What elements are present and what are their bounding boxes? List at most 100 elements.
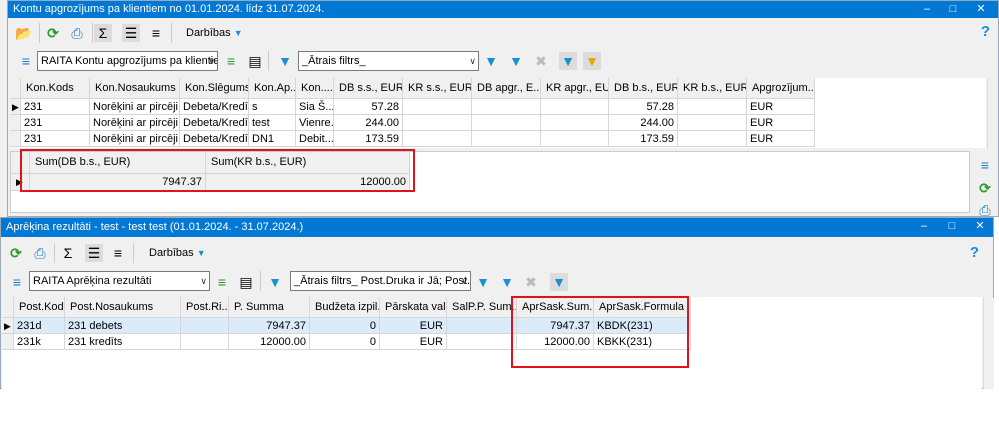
sum-icon[interactable]: Σ <box>59 244 77 262</box>
report-list-icon[interactable]: ≡ <box>976 156 994 174</box>
table-cell[interactable] <box>447 318 517 334</box>
table-cell[interactable] <box>678 131 747 147</box>
sort-filter-icon[interactable]: ▼ <box>507 52 525 70</box>
minimize-button[interactable]: – <box>914 1 940 18</box>
add-filter-icon[interactable]: ▼ <box>474 273 492 291</box>
grid-view-icon[interactable]: ☰ <box>122 24 140 42</box>
column-header[interactable]: Kon.... <box>296 78 334 99</box>
close-button[interactable]: ✕ <box>967 218 993 237</box>
edit-filter-icon[interactable]: ▼ <box>266 273 284 291</box>
add-filter-icon[interactable]: ▼ <box>482 52 500 70</box>
report-settings-icon[interactable]: ▤ <box>246 52 264 70</box>
vertical-scrollbar[interactable] <box>987 79 998 149</box>
maximize-button[interactable]: □ <box>939 218 965 237</box>
table-cell[interactable]: Norēķini ar pircēji... <box>90 131 180 147</box>
table-cell[interactable] <box>472 115 541 131</box>
grid-view-icon[interactable]: ☰ <box>85 244 103 262</box>
tree-view-icon[interactable]: ≡ <box>109 244 127 262</box>
column-header[interactable]: Kon.Kods <box>21 78 90 99</box>
quick-filter-select[interactable]: _Ātrais filtrs_ ∨ <box>298 51 479 71</box>
table-cell[interactable]: EUR <box>747 131 815 147</box>
table-cell[interactable]: 231 debets <box>65 318 181 334</box>
user-filter-icon[interactable]: ▼ <box>550 273 568 291</box>
table-cell[interactable]: 244.00 <box>334 115 403 131</box>
table-cell[interactable] <box>541 115 609 131</box>
clear-filter-icon[interactable]: ✖ <box>532 52 550 70</box>
table-cell[interactable]: 231d <box>14 318 65 334</box>
actions-menu[interactable]: Darbības ▼ <box>149 247 206 259</box>
column-header[interactable]: Kon.Nosaukums <box>90 78 180 99</box>
row-indicator[interactable]: ▶ <box>10 99 21 115</box>
report-list-icon[interactable]: ≡ <box>17 52 35 70</box>
table-cell[interactable]: 173.59 <box>609 131 678 147</box>
table-cell[interactable] <box>541 99 609 115</box>
table-cell[interactable] <box>472 99 541 115</box>
table-cell[interactable] <box>678 115 747 131</box>
column-header[interactable]: Budžeta izpil... <box>310 297 380 318</box>
add-report-icon[interactable]: ≡ <box>222 52 240 70</box>
table-cell[interactable]: EUR <box>747 115 815 131</box>
column-header[interactable]: Pārskata val... <box>380 297 447 318</box>
table-cell[interactable]: 231 <box>21 131 90 147</box>
report-select[interactable]: RAITA Aprēķina rezultāti ∨ <box>29 271 210 291</box>
refresh-icon[interactable]: ⟳ <box>976 179 994 197</box>
table-cell[interactable]: s <box>249 99 296 115</box>
table-cell[interactable] <box>541 131 609 147</box>
table-cell[interactable]: test <box>249 115 296 131</box>
warning-filter-icon[interactable]: ▼ <box>583 52 601 70</box>
column-header[interactable]: SalP.P. Sum... <box>447 297 517 318</box>
quick-filter-select[interactable]: _Ātrais filtrs_ Post.Druka ir Jā; Post.K… <box>290 271 471 291</box>
print-icon[interactable]: ⎙ <box>31 244 49 262</box>
table-cell[interactable]: Norēķini ar pircēji... <box>90 115 180 131</box>
table-cell[interactable]: Debeta/Kredīta <box>180 115 249 131</box>
table-cell[interactable]: 244.00 <box>609 115 678 131</box>
column-header[interactable]: DB s.s., EUR <box>334 78 403 99</box>
user-filter-icon[interactable]: ▼ <box>559 52 577 70</box>
refresh-icon[interactable]: ⟳ <box>44 24 62 42</box>
sum-icon[interactable]: Σ <box>94 24 112 42</box>
table-cell[interactable]: 231 kredīts <box>65 334 181 350</box>
column-header[interactable]: Kon.Slēgums <box>180 78 249 99</box>
open-folder-icon[interactable]: 📂 <box>15 24 33 42</box>
table-cell[interactable] <box>403 115 472 131</box>
report-settings-icon[interactable]: ▤ <box>237 273 255 291</box>
column-header[interactable]: Post.Nosaukums <box>65 297 181 318</box>
table-cell[interactable]: 57.28 <box>334 99 403 115</box>
edit-filter-icon[interactable]: ▼ <box>276 52 294 70</box>
table-cell[interactable] <box>403 99 472 115</box>
table-cell[interactable]: EUR <box>380 334 447 350</box>
table-cell[interactable]: 231k <box>14 334 65 350</box>
table-cell[interactable]: 0 <box>310 334 380 350</box>
report-select[interactable]: RAITA Kontu apgrozījums pa klientiem ∨ <box>37 51 218 71</box>
table-cell[interactable] <box>678 99 747 115</box>
maximize-button[interactable]: □ <box>940 1 966 18</box>
actions-menu[interactable]: Darbības ▼ <box>186 27 243 39</box>
table-cell[interactable]: 57.28 <box>609 99 678 115</box>
sort-filter-icon[interactable]: ▼ <box>498 273 516 291</box>
column-header[interactable]: P. Summa <box>229 297 310 318</box>
refresh-icon[interactable]: ⟳ <box>7 244 25 262</box>
table-cell[interactable]: 173.59 <box>334 131 403 147</box>
table-cell[interactable]: DN1 <box>249 131 296 147</box>
print-icon[interactable]: ⎙ <box>68 24 86 42</box>
column-header[interactable]: Apgrozījum... <box>747 78 815 99</box>
row-indicator[interactable] <box>10 115 21 131</box>
tree-view-icon[interactable]: ≡ <box>147 24 165 42</box>
row-indicator[interactable] <box>10 131 21 147</box>
table-cell[interactable]: Debeta/Kredīta <box>180 131 249 147</box>
table-cell[interactable]: EUR <box>380 318 447 334</box>
column-header[interactable]: Post.Ri... <box>181 297 229 318</box>
row-indicator[interactable]: ▶ <box>2 318 14 334</box>
minimize-button[interactable]: – <box>911 218 937 237</box>
table-cell[interactable] <box>181 318 229 334</box>
table-cell[interactable]: 12000.00 <box>229 334 310 350</box>
column-header[interactable]: KR s.s., EUR <box>403 78 472 99</box>
table-cell[interactable]: Vienre... <box>296 115 334 131</box>
help-icon[interactable]: ? <box>981 23 990 40</box>
column-header[interactable]: KR b.s., EUR <box>678 78 747 99</box>
table-cell[interactable]: 231 <box>21 99 90 115</box>
table-cell[interactable] <box>403 131 472 147</box>
table-cell[interactable]: Norēķini ar pircēji... <box>90 99 180 115</box>
help-icon[interactable]: ? <box>970 244 979 261</box>
table-cell[interactable] <box>447 334 517 350</box>
